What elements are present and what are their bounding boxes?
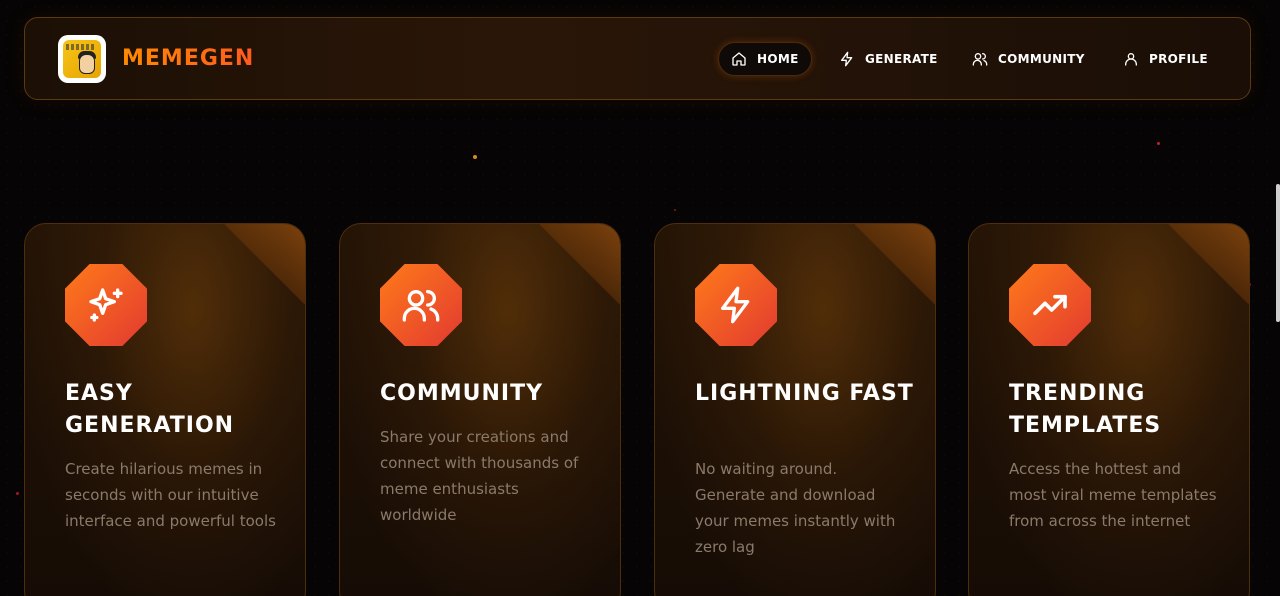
- nav-generate-label: GENERATE: [865, 52, 938, 66]
- feature-description: Create hilarious memes in seconds with o…: [65, 460, 276, 530]
- feature-card-community: COMMUNITY Share your creations and conne…: [339, 223, 621, 596]
- nav-home-label: HOME: [757, 52, 799, 66]
- feature-icon-badge: [65, 264, 147, 346]
- card-corner-accent: [225, 224, 305, 304]
- feature-title: LIGHTNING FAST: [695, 381, 914, 406]
- scrollbar-thumb[interactable]: [1276, 184, 1280, 322]
- navbar: MEMEGEN HOME GENERATE COMMUNITY PROFILE: [24, 17, 1251, 100]
- card-corner-accent: [1169, 224, 1249, 304]
- lightning-icon: [841, 51, 853, 67]
- spark-decoration: [16, 492, 19, 495]
- feature-card-lightning-fast: LIGHTNING FAST No waiting around. Genera…: [654, 223, 936, 596]
- feature-icon-badge: [695, 264, 777, 346]
- sparkles-icon: [89, 288, 123, 322]
- hero-heading-partial: [270, 0, 1010, 16]
- spark-decoration: [674, 209, 676, 211]
- card-corner-accent: [855, 224, 935, 304]
- feature-title: COMMUNITY: [380, 381, 544, 406]
- feature-icon-badge: [380, 264, 462, 346]
- logo-image: [63, 40, 101, 78]
- feature-description: Share your creations and connect with th…: [380, 428, 579, 524]
- feature-title: EASY GENERATION: [65, 381, 235, 438]
- user-icon: [1125, 53, 1137, 66]
- nav-community-label: COMMUNITY: [998, 52, 1085, 66]
- nav-home[interactable]: HOME: [718, 42, 812, 76]
- logo[interactable]: [58, 35, 106, 83]
- feature-card-easy-generation: EASY GENERATION Create hilarious memes i…: [24, 223, 306, 596]
- users-icon: [972, 53, 988, 66]
- card-corner-accent: [540, 224, 620, 304]
- nav-profile[interactable]: PROFILE: [1123, 42, 1208, 76]
- lightning-icon: [721, 286, 750, 324]
- feature-card-trending-templates: TRENDING TEMPLATES Access the hottest an…: [968, 223, 1250, 596]
- trending-up-icon: [1033, 294, 1067, 316]
- spark-decoration: [473, 155, 477, 159]
- home-icon: [732, 52, 746, 66]
- nav-generate[interactable]: GENERATE: [839, 42, 938, 76]
- nav-community[interactable]: COMMUNITY: [972, 42, 1085, 76]
- feature-title: TRENDING TEMPLATES: [1009, 381, 1162, 438]
- feature-icon-badge: [1009, 264, 1091, 346]
- nav-profile-label: PROFILE: [1149, 52, 1208, 66]
- feature-description: Access the hottest and most viral meme t…: [1009, 460, 1217, 530]
- users-icon: [402, 290, 440, 322]
- feature-description: No waiting around. Generate and download…: [695, 460, 896, 556]
- spark-decoration: [1157, 142, 1160, 145]
- brand-name[interactable]: MEMEGEN: [122, 46, 254, 71]
